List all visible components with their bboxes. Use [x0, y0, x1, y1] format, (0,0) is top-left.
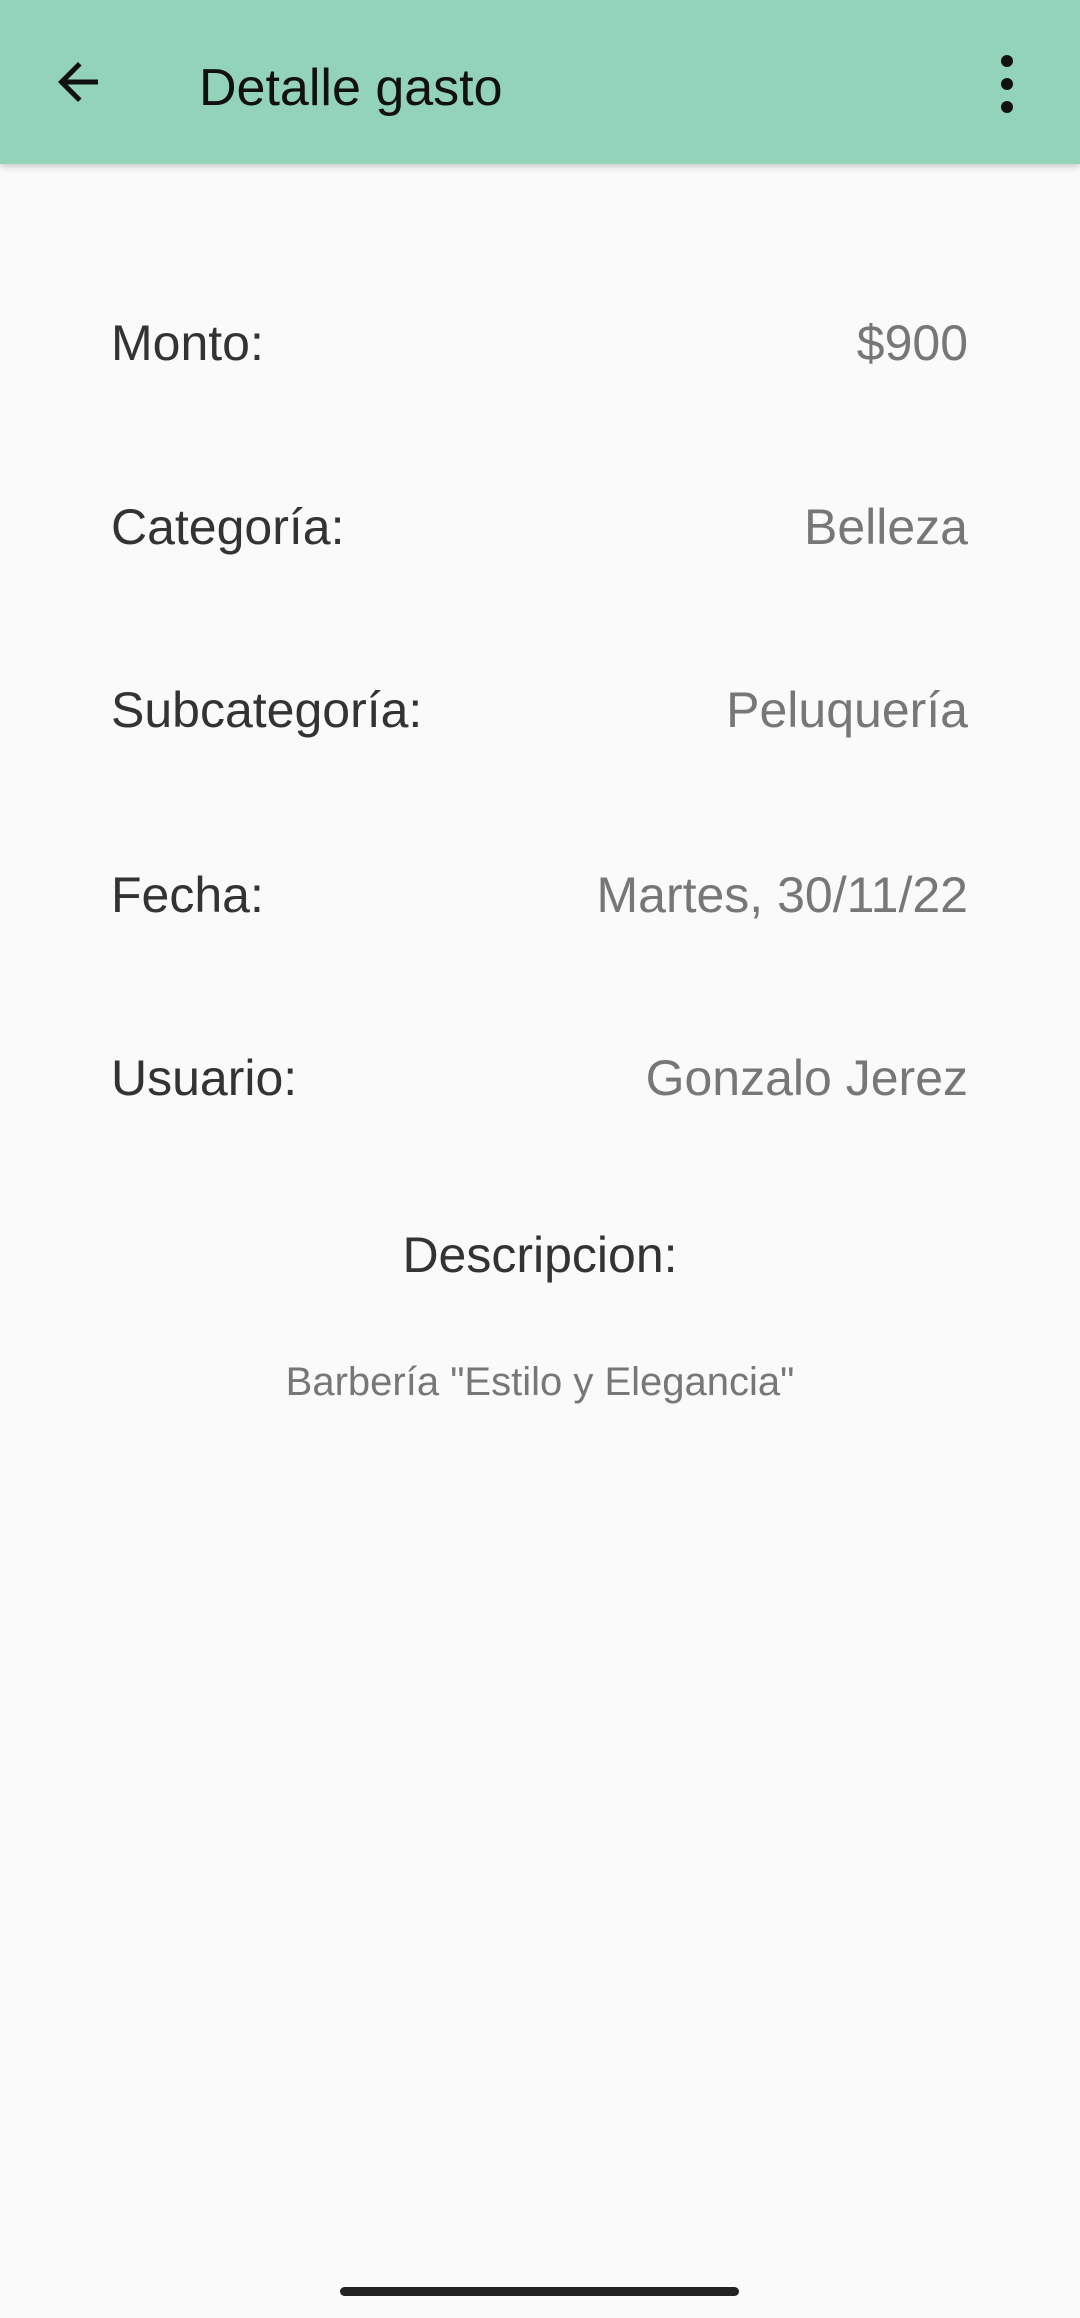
page-title: Detalle gasto [199, 59, 503, 117]
home-indicator[interactable] [340, 2287, 739, 2296]
fecha-label: Fecha: [111, 867, 264, 923]
categoria-value: Belleza [804, 499, 968, 555]
detail-row-categoria: Categoría: Belleza [111, 492, 968, 562]
monto-value: $900 [856, 315, 968, 371]
arrow-back-icon [58, 62, 98, 102]
detail-row-subcategoria: Subcategoría: Peluquería [111, 675, 968, 745]
detail-row-monto: Monto: $900 [111, 308, 968, 378]
categoria-label: Categoría: [111, 499, 345, 555]
description-text: Barbería "Estilo y Elegancia" [285, 1360, 795, 1404]
fecha-value: Martes, 30/11/22 [596, 867, 968, 923]
subcategoria-value: Peluquería [726, 682, 968, 738]
subcategoria-label: Subcategoría: [111, 682, 423, 738]
monto-label: Monto: [111, 315, 264, 371]
usuario-value: Gonzalo Jerez [645, 1050, 968, 1106]
detail-row-fecha: Fecha: Martes, 30/11/22 [111, 860, 968, 930]
app-toolbar: Detalle gasto [0, 0, 1080, 164]
more-options-button[interactable] [985, 52, 1029, 116]
description-label: Descripcion: [402, 1227, 678, 1283]
detail-row-usuario: Usuario: Gonzalo Jerez [111, 1043, 968, 1113]
usuario-label: Usuario: [111, 1050, 298, 1106]
back-button[interactable] [48, 52, 108, 112]
more-vert-icon [1001, 55, 1013, 113]
